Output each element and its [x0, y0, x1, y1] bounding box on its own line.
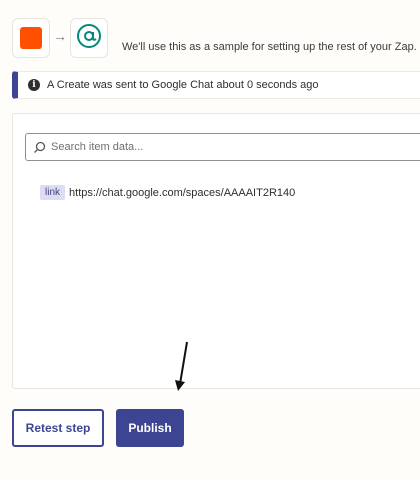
orange-square-icon: [20, 27, 42, 49]
list-item: link https://chat.google.com/spaces/AAAA…: [40, 185, 295, 200]
trigger-app-icon-box: [12, 18, 50, 58]
item-key-badge: link: [40, 185, 66, 200]
action-app-icon-box: [70, 18, 108, 58]
item-data-panel: link https://chat.google.com/spaces/AAAA…: [12, 113, 420, 389]
retest-step-button[interactable]: Retest step: [12, 409, 104, 447]
search-box: [25, 133, 420, 161]
banner-message: A Create was sent to Google Chat about 0…: [47, 79, 319, 91]
item-value[interactable]: https://chat.google.com/spaces/AAAAIT2R1…: [69, 187, 295, 199]
info-icon: i: [28, 79, 40, 91]
publish-button[interactable]: Publish: [116, 409, 184, 447]
google-chat-icon: [77, 23, 101, 53]
search-icon: [33, 141, 46, 154]
search-input[interactable]: [51, 141, 391, 153]
sample-message: We'll use this as a sample for setting u…: [122, 41, 417, 53]
annotation-arrow-icon: [175, 341, 188, 391]
arrow-right-icon: →: [53, 28, 67, 44]
info-banner: i A Create was sent to Google Chat about…: [12, 71, 420, 99]
